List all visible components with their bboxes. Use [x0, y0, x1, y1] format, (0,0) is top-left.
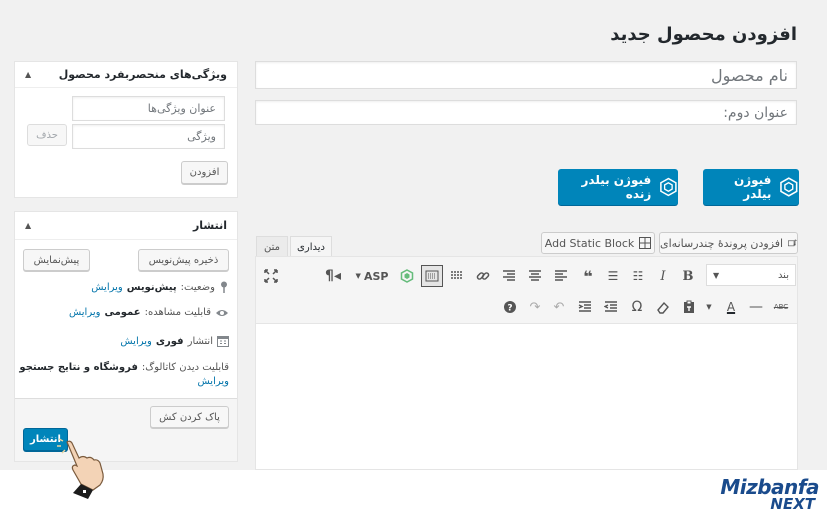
fusion-live-builder-label: فیوژن بیلدر زنده — [581, 173, 652, 201]
feature-input-placeholder: ویژگی — [187, 130, 216, 143]
edit-visibility-link[interactable]: ویرایش — [69, 307, 100, 318]
tab-visual[interactable]: دیداری — [290, 236, 332, 258]
chevron-down-icon: ▼ — [355, 272, 361, 280]
read-more-icon[interactable] — [446, 265, 468, 287]
fusion-builder-label: فیوژن بیلدر — [733, 173, 772, 201]
product-features-box-title: ویژگی‌های منحصربفرد محصول — [58, 68, 227, 81]
product-title-placeholder: نام محصول — [711, 65, 788, 85]
hand-pointer-icon — [57, 438, 104, 499]
svg-text:?: ? — [507, 304, 512, 314]
features-title-input[interactable]: عنوان ویژگی‌ها — [72, 96, 225, 121]
preview-label: پیش‌نمایش — [33, 254, 80, 266]
paragraph-direction-icon[interactable]: ¶◂ — [322, 265, 344, 287]
fusion-live-builder-button[interactable]: فیوژن بیلدر زنده — [558, 169, 678, 205]
grid-icon — [639, 237, 652, 249]
save-draft-button[interactable]: ذخیره پیش‌نویس — [138, 249, 229, 271]
publish-time-value: فوری — [155, 335, 184, 347]
undo-icon[interactable]: ↶ — [548, 296, 570, 318]
publish-box-header[interactable]: انتشار ▲ — [15, 212, 237, 240]
clear-cache-button[interactable]: پاک کردن کش — [150, 406, 229, 428]
fusion-logo-icon — [780, 177, 798, 197]
wp-admin-screen: افزودن محصول جدید نام محصول عنوان دوم: ف… — [0, 0, 827, 517]
mizbanfa-logo-line2: NEXT — [770, 495, 815, 513]
catalog-visibility-row: قابلیت دیدن کاتالوگ: فروشگاه و نتایج جست… — [19, 362, 229, 373]
fullscreen-icon[interactable] — [260, 265, 282, 287]
subtitle-placeholder: عنوان دوم: — [723, 104, 788, 121]
clear-cache-label: پاک کردن کش — [159, 411, 220, 423]
tab-text[interactable]: متن — [256, 236, 288, 258]
toolbar-toggle-icon[interactable] — [421, 265, 443, 287]
add-static-block-label: Add Static Block — [544, 236, 635, 250]
tab-text-label: متن — [264, 242, 280, 253]
special-character-icon[interactable]: Ω — [626, 296, 648, 318]
status-row: وضعیت: پیش‌نویس ویرایش — [91, 281, 229, 293]
add-media-button[interactable]: افزودن پروندهٔ چندرسانه‌ای — [659, 232, 798, 254]
add-media-label: افزودن پروندهٔ چندرسانه‌ای — [660, 236, 784, 250]
preview-button[interactable]: پیش‌نمایش — [23, 249, 90, 271]
visibility-row: قابلیت مشاهده: عمومی ویرایش — [69, 307, 229, 318]
status-label: وضعیت: — [180, 281, 215, 293]
chevron-down-icon: ▼ — [713, 270, 720, 280]
status-value: پیش‌نویس — [126, 281, 177, 293]
add-static-block-button[interactable]: Add Static Block — [541, 232, 655, 254]
feature-input[interactable]: ویژگی — [72, 124, 225, 149]
help-icon[interactable]: ? — [499, 296, 521, 318]
align-center-icon[interactable] — [524, 265, 546, 287]
edit-publish-time-link[interactable]: ویرایش — [120, 336, 151, 347]
edit-status-link[interactable]: ویرایش — [91, 282, 122, 293]
fusion-shortcode-icon[interactable] — [396, 265, 418, 287]
italic-icon[interactable]: I — [652, 265, 674, 287]
horizontal-line-icon[interactable]: — — [745, 296, 767, 318]
visibility-label: قابلیت مشاهده: — [144, 307, 211, 318]
page-title: افزودن محصول جدید — [610, 24, 797, 45]
pin-icon — [221, 281, 227, 293]
fusion-builder-button[interactable]: فیوژن بیلدر — [703, 169, 799, 205]
format-select-value: بند — [777, 269, 789, 281]
fusion-logo-icon — [660, 177, 677, 197]
calendar-icon — [217, 336, 229, 347]
bold-icon[interactable]: B — [677, 265, 699, 287]
bullet-list-icon[interactable]: ☰ — [602, 265, 624, 287]
publish-time-label: انتشار — [187, 335, 213, 347]
outdent-icon[interactable] — [600, 296, 622, 318]
link-icon[interactable] — [472, 265, 494, 287]
bottom-strip — [0, 470, 827, 517]
catalog-edit-row: ویرایش — [198, 376, 229, 387]
align-right-icon[interactable] — [498, 265, 520, 287]
text-color-icon[interactable]: A — [720, 296, 742, 318]
collapse-arrow-icon[interactable]: ▲ — [25, 221, 31, 230]
save-draft-label: ذخیره پیش‌نویس — [148, 254, 219, 266]
blockquote-icon[interactable]: ❝ — [577, 265, 599, 287]
media-icon — [788, 239, 797, 247]
paste-as-text-icon[interactable] — [678, 296, 700, 318]
product-features-box-header[interactable]: ویژگی‌های منحصربفرد محصول ▲ — [15, 62, 237, 88]
publish-box-title: انتشار — [192, 219, 227, 232]
eye-icon — [216, 309, 228, 316]
align-left-icon[interactable] — [550, 265, 572, 287]
features-title-placeholder: عنوان ویژگی‌ها — [147, 102, 216, 115]
edit-catalog-visibility-link[interactable]: ویرایش — [198, 376, 229, 387]
asp-label: ASP — [363, 269, 389, 283]
chevron-down-icon[interactable]: ▼ — [703, 296, 715, 318]
delete-feature-label: حذف — [36, 129, 58, 141]
publish-time-row: انتشار فوری ویرایش — [120, 335, 229, 347]
asp-dropdown[interactable]: ▼ ASP — [352, 265, 392, 287]
visibility-value: عمومی — [104, 307, 141, 318]
format-select[interactable]: ▼ بند — [706, 264, 796, 286]
indent-icon[interactable] — [574, 296, 596, 318]
mizbanfa-logo: Mizbanfa NEXT — [704, 476, 819, 514]
collapse-arrow-icon[interactable]: ▲ — [25, 70, 31, 79]
product-title-input[interactable]: نام محصول — [255, 61, 797, 89]
catalog-visibility-label: قابلیت دیدن کاتالوگ: — [141, 362, 229, 373]
add-feature-label: افزودن — [189, 167, 220, 178]
tab-visual-label: دیداری — [297, 242, 325, 253]
add-feature-button[interactable]: افزودن — [181, 161, 228, 184]
subtitle-input[interactable]: عنوان دوم: — [255, 100, 797, 125]
redo-icon[interactable]: ↷ — [524, 296, 546, 318]
clear-formatting-icon[interactable] — [652, 296, 674, 318]
catalog-visibility-value: فروشگاه و نتایج جستجو — [19, 362, 138, 373]
delete-feature-button[interactable]: حذف — [27, 124, 67, 146]
ordered-list-icon[interactable]: ☷ — [627, 265, 649, 287]
strikethrough-icon[interactable]: ABC — [770, 296, 792, 318]
